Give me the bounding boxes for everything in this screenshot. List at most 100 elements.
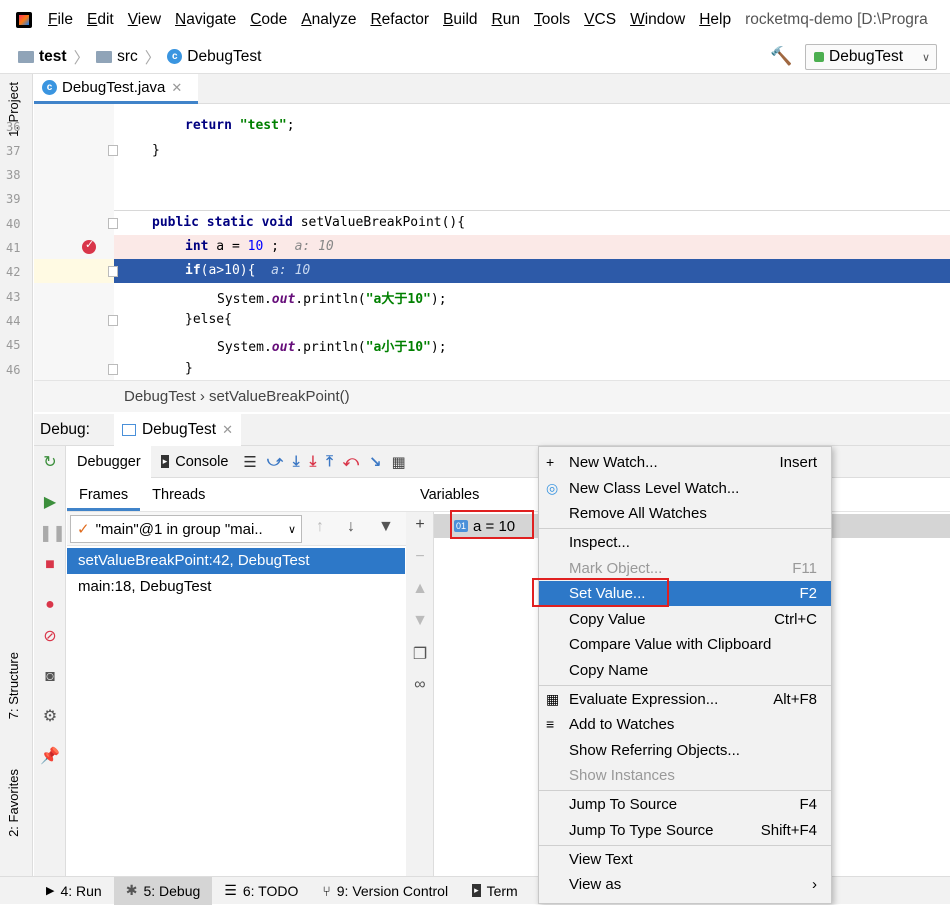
add-icon[interactable]: + [406, 516, 434, 534]
menu-item-label: New Class Level Watch... [569, 480, 740, 497]
chevron-down-icon: ∨ [287, 523, 296, 536]
debug-tool-tab[interactable]: ✱ 5: Debug [113, 876, 213, 905]
layout-menu-icon[interactable]: ☰ [243, 453, 256, 471]
menu-run[interactable]: Run [492, 11, 520, 29]
rerun-icon[interactable]: ↻ [39, 452, 61, 474]
crumb-test[interactable]: test [39, 48, 67, 66]
structure-tab-label: 7: Structure [6, 652, 21, 720]
thread-select[interactable]: ✓ "main"@1 in group "mai.. ∨ [70, 515, 302, 543]
fold-marker-icon[interactable] [108, 364, 118, 375]
step-over-icon[interactable]: ⤓ [293, 453, 300, 470]
terminal-tool-tab[interactable]: ▸ Term [460, 877, 530, 905]
remove-icon[interactable]: − [406, 548, 434, 566]
menu-item-view-as[interactable]: View as › [539, 872, 831, 897]
run-to-cursor-icon[interactable]: ↘ [369, 453, 382, 471]
resume-icon[interactable]: ▶ [39, 492, 61, 514]
run-tool-tab[interactable]: ▶ 4: Run [34, 877, 114, 905]
show-execution-point-icon[interactable]: ⤻ [267, 453, 283, 470]
crumb-src[interactable]: src [117, 48, 138, 66]
debugger-tab[interactable]: Debugger [67, 445, 151, 478]
menu-item-show-instances[interactable]: Show Instances [539, 763, 831, 788]
favorites-tool-tab[interactable]: 2: Favorites [6, 769, 21, 837]
fold-marker-icon[interactable] [108, 145, 118, 156]
menu-item-shortcut: F11 [792, 560, 817, 577]
menu-build[interactable]: Build [443, 11, 477, 29]
debug-session-tab[interactable]: DebugTest ✕ [113, 413, 241, 446]
field-ref: out [271, 292, 296, 307]
breakpoint-icon[interactable] [82, 238, 96, 254]
menu-item-compare-clipboard[interactable]: Compare Value with Clipboard [539, 632, 831, 657]
fold-marker-icon[interactable] [108, 315, 118, 326]
code-line-46: } [185, 361, 193, 376]
view-breakpoints-icon[interactable]: ● [39, 594, 61, 616]
chevron-down-icon: ∨ [921, 51, 930, 64]
menu-item-inspect[interactable]: Inspect... [539, 530, 831, 555]
frame-item[interactable]: main:18, DebugTest [67, 574, 405, 600]
menu-item-new-class-watch[interactable]: ◎ New Class Level Watch... [539, 476, 831, 501]
editor-breadcrumb[interactable]: DebugTest › setValueBreakPoint() [34, 380, 950, 412]
filter-icon[interactable]: ▼ [378, 518, 394, 536]
menu-item-show-referring[interactable]: Show Referring Objects... [539, 738, 831, 763]
arrow-down-icon[interactable]: ↓ [347, 518, 355, 536]
frame-item[interactable]: setValueBreakPoint:42, DebugTest [67, 548, 405, 574]
menu-refactor[interactable]: Refactor [370, 11, 429, 29]
watches-glasses-icon[interactable]: ∞ [406, 676, 434, 694]
menu-item-jump-to-type-source[interactable]: Jump To Type Source Shift+F4 [539, 818, 831, 843]
force-step-into-icon[interactable]: ⤓ [310, 453, 317, 470]
pin-icon[interactable]: 📌 [39, 746, 61, 768]
menu-item-new-watch[interactable]: + New Watch... Insert [539, 450, 831, 475]
code-text: (a>10){ [200, 263, 256, 278]
frames-tab[interactable]: Frames [67, 487, 141, 511]
crumb-debugtest[interactable]: DebugTest [187, 48, 261, 66]
menu-code[interactable]: Code [250, 11, 287, 29]
structure-tool-tab[interactable]: 7: Structure [6, 652, 21, 719]
line-number: 42 [6, 265, 21, 279]
menu-item-copy-value[interactable]: Copy Value Ctrl+C [539, 607, 831, 632]
close-icon[interactable]: ✕ [171, 80, 182, 96]
menu-item-remove-all-watches[interactable]: Remove All Watches [539, 501, 831, 526]
drop-frame-icon[interactable]: ⤺ [343, 453, 359, 470]
mute-breakpoints-icon[interactable]: ⊘ [39, 626, 61, 648]
vcs-tool-tab[interactable]: ⑂ 9: Version Control [310, 877, 460, 905]
menu-file[interactable]: File [48, 11, 73, 29]
line-number: 39 [6, 192, 21, 206]
keyword: public static void [152, 215, 293, 230]
close-icon[interactable]: ✕ [222, 422, 233, 438]
thread-select-value: "main"@1 in group "mai.. [95, 520, 263, 538]
fold-marker-icon[interactable] [108, 266, 118, 277]
menu-analyze[interactable]: Analyze [301, 11, 356, 29]
camera-icon[interactable]: ◙ [39, 666, 61, 688]
menu-tools[interactable]: Tools [534, 11, 570, 29]
duplicate-icon[interactable]: ❐ [406, 644, 434, 664]
menu-navigate[interactable]: Navigate [175, 11, 236, 29]
fold-marker-icon[interactable] [108, 218, 118, 229]
pause-icon[interactable]: ❚❚ [39, 523, 66, 545]
code-text: .println( [295, 340, 366, 355]
evaluate-expression-icon[interactable]: ▦ [391, 453, 405, 471]
build-hammer-icon[interactable]: 🔨 [770, 46, 792, 67]
settings-icon[interactable]: ⚙ [39, 706, 61, 728]
todo-tool-tab[interactable]: ☰ 6: TODO [212, 877, 310, 905]
menu-help[interactable]: Help [699, 11, 731, 29]
editor-tab-debugtest[interactable]: c DebugTest.java ✕ [34, 74, 198, 104]
menu-edit[interactable]: Edit [87, 11, 114, 29]
move-up-icon[interactable]: ▲ [406, 580, 434, 598]
arrow-up-icon[interactable]: ↑ [316, 518, 324, 536]
menu-item-evaluate-expression[interactable]: ▦ Evaluate Expression... Alt+F8 [539, 687, 831, 712]
code-text: ; [263, 239, 279, 254]
run-configuration-select[interactable]: DebugTest ∨ [805, 44, 937, 70]
menu-item-view-text[interactable]: View Text [539, 847, 831, 872]
console-tab[interactable]: ▸ Console [151, 446, 239, 478]
menu-item-copy-name[interactable]: Copy Name [539, 658, 831, 683]
step-out-icon[interactable]: ⤒ [326, 453, 333, 470]
run-tab-label: 4: Run [60, 882, 102, 899]
menu-item-add-to-watches[interactable]: ≡ Add to Watches [539, 712, 831, 737]
menu-view[interactable]: View [128, 11, 161, 29]
stop-icon[interactable]: ■ [39, 554, 61, 576]
move-down-icon[interactable]: ▼ [406, 612, 434, 630]
threads-tab[interactable]: Threads [140, 487, 217, 511]
string-literal: "test" [239, 118, 287, 133]
menu-vcs[interactable]: VCS [584, 11, 616, 29]
menu-window[interactable]: Window [630, 11, 685, 29]
menu-item-jump-to-source[interactable]: Jump To Source F4 [539, 792, 831, 817]
